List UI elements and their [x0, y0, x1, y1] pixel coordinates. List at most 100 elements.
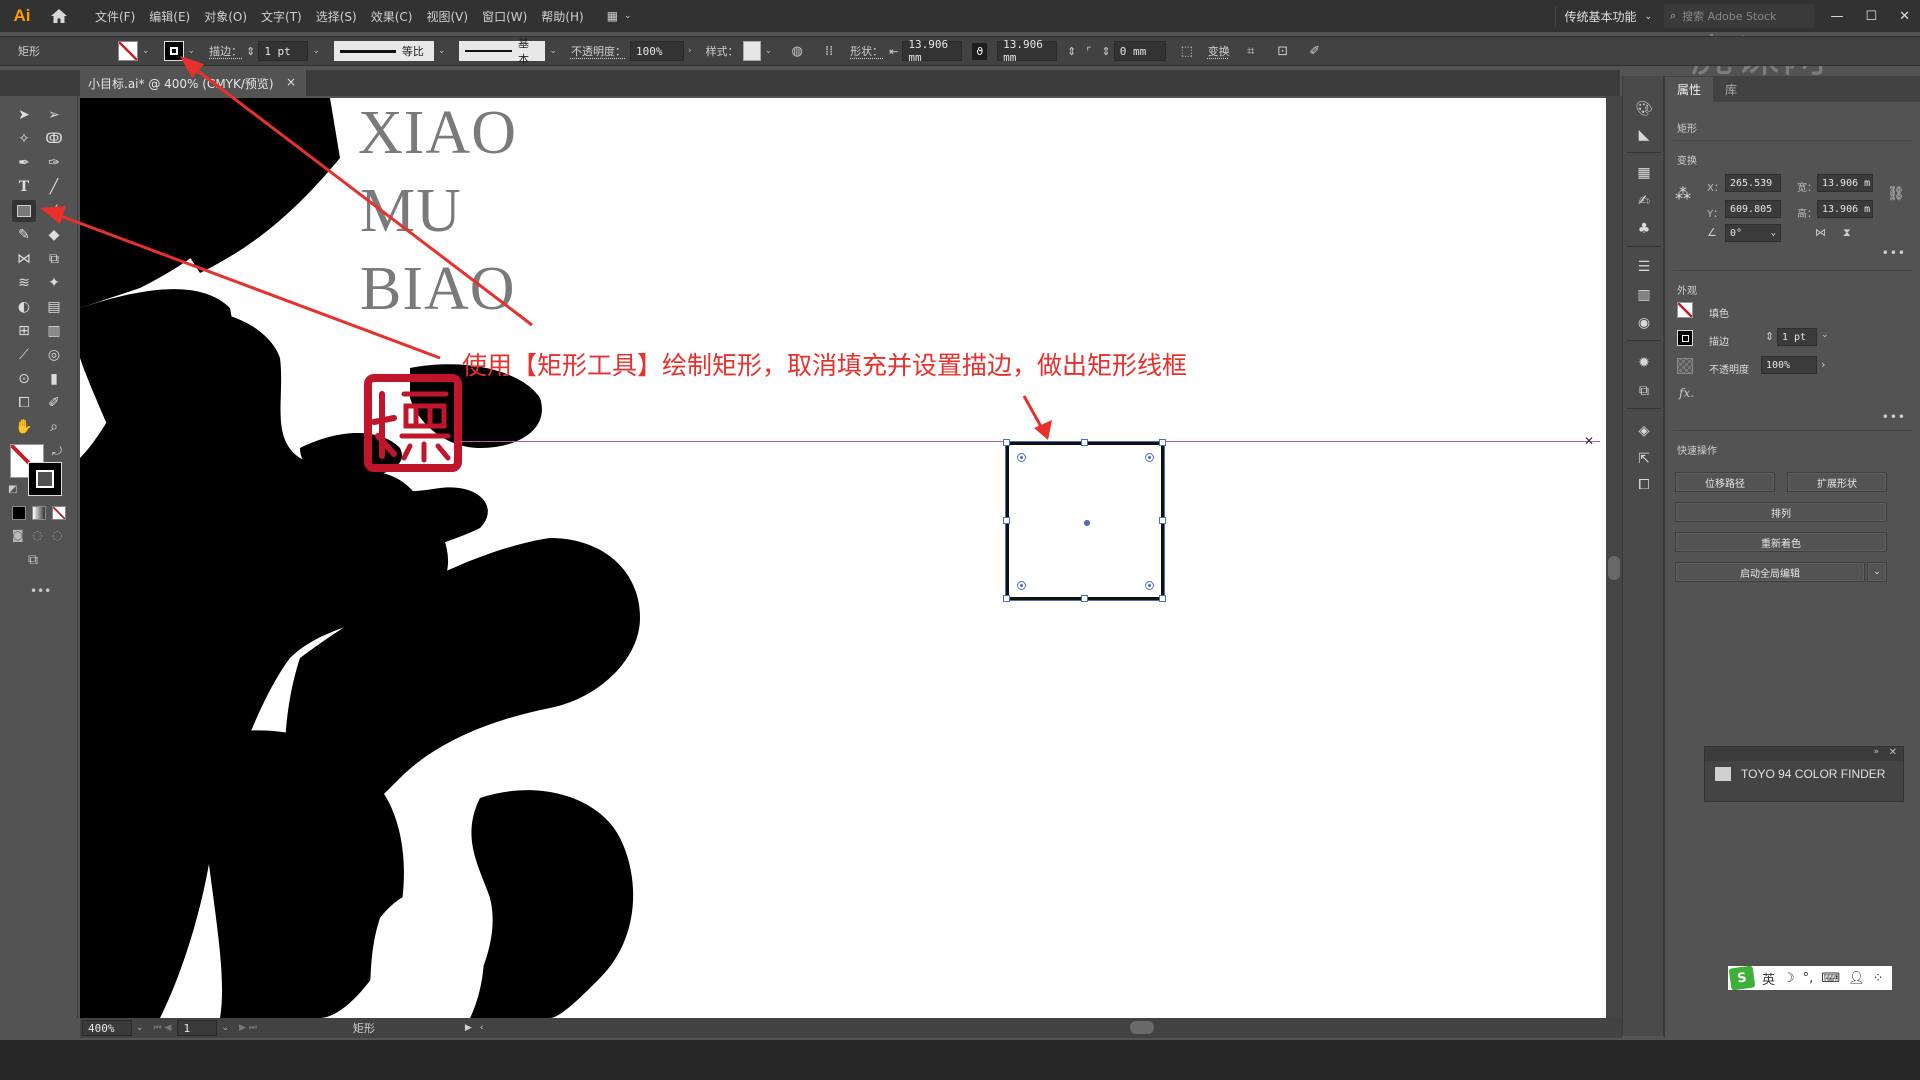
paintbrush-tool-icon[interactable]: ⁄	[42, 200, 66, 222]
puppet-warp-tool-icon[interactable]: ✦	[42, 272, 66, 294]
ime-logo-icon[interactable]: S	[1728, 965, 1756, 991]
rotation-angle-input[interactable]: 0° ⌄	[1725, 224, 1781, 242]
more-transform-options[interactable]: •••	[1882, 246, 1906, 260]
stroke-swatch-control[interactable]: ⌄	[163, 41, 200, 61]
hand-tool-icon[interactable]: ✋	[12, 416, 36, 438]
ime-language-toggle[interactable]: 英	[1762, 969, 1775, 988]
shape-width-input[interactable]: 13.906 mm	[902, 38, 963, 64]
reflect-tool-icon[interactable]: ⋈	[12, 248, 36, 270]
document-tab[interactable]: 小目标.ai* @ 400% (CMYK/预览) ×	[80, 70, 306, 96]
gradient-tool-icon[interactable]: ▥	[42, 320, 66, 342]
next-artboard-icon[interactable]: ▶ ⏭	[239, 1023, 257, 1033]
rectangle-tool-icon[interactable]	[12, 200, 36, 222]
user-icon[interactable]: 👤︎	[1848, 971, 1865, 986]
constrain-proportions-icon[interactable]: ϑ	[972, 42, 988, 60]
draw-behind-icon[interactable]: ◌	[32, 528, 42, 542]
lasso-tool-icon[interactable]: ↂ	[42, 128, 66, 150]
stroke-label[interactable]: 描边	[1709, 333, 1729, 348]
chevron-down-icon[interactable]: ⌄	[438, 46, 446, 56]
appearance-panel-icon[interactable]: ✹	[1633, 352, 1655, 374]
graphic-styles-icon[interactable]: ⧉	[1633, 380, 1655, 402]
chevron-down-icon[interactable]: ⌄	[188, 46, 196, 56]
first-artboard-icon[interactable]: ⏮ ◀	[154, 1023, 172, 1033]
corner-radius-input[interactable]: 0 mm	[1113, 41, 1166, 61]
recolor-artwork-icon[interactable]: ◍	[786, 40, 808, 62]
stepper-icon[interactable]: ⇕	[1102, 45, 1111, 58]
stepper-icon[interactable]: ⇕	[1765, 330, 1774, 343]
stepper-icon[interactable]: ⇕	[246, 45, 255, 58]
zoom-level-input[interactable]: 400%	[82, 1020, 132, 1036]
fill-swatch-control[interactable]: ⌄	[118, 41, 154, 61]
stroke-panel-icon[interactable]: ☰	[1633, 256, 1655, 278]
stroke-swatch[interactable]	[163, 41, 184, 61]
close-panel-icon[interactable]: ✕	[1889, 747, 1897, 758]
type-tool-icon[interactable]: T	[12, 176, 36, 198]
height-input[interactable]: 13.906 m	[1817, 200, 1873, 218]
edit-toolbar-icon[interactable]: •••	[30, 584, 51, 598]
tab-properties[interactable]: 属性	[1665, 77, 1714, 102]
close-tab-icon[interactable]: ×	[286, 75, 296, 89]
workspace-switcher[interactable]: 传统基本功能 ⌄	[1555, 6, 1660, 27]
resize-handle-left[interactable]	[1003, 517, 1010, 524]
style-swatch[interactable]	[742, 41, 761, 61]
transform-link[interactable]: 变换	[1208, 43, 1230, 59]
fill-none-swatch[interactable]	[118, 41, 138, 61]
resize-handle-bottom-left[interactable]	[1003, 595, 1010, 602]
blend-tool-icon[interactable]: ◎	[42, 344, 66, 366]
more-appearance-options[interactable]: •••	[1882, 410, 1906, 424]
fx-button[interactable]: fx.	[1679, 386, 1694, 400]
opacity-label[interactable]: 不透明度：	[571, 43, 626, 59]
bounding-box-icon[interactable]: ⬚	[1176, 40, 1198, 62]
vertical-scroll-thumb[interactable]	[1608, 556, 1620, 580]
opacity-field[interactable]: 100% ›	[629, 41, 696, 61]
warp-tool-icon[interactable]: ≋	[12, 272, 36, 294]
resize-handle-bottom[interactable]	[1081, 595, 1088, 602]
opacity-input[interactable]: 100%	[629, 41, 684, 61]
slice-tool-icon[interactable]: ✐	[42, 392, 66, 414]
expand-shape-button[interactable]: 扩展形状	[1787, 472, 1887, 492]
brush-definition[interactable]: 基本 ⌄	[459, 37, 561, 66]
vertical-scrollbar[interactable]	[1606, 96, 1622, 1018]
corner-widget[interactable]	[1017, 581, 1026, 590]
layers-icon[interactable]: ◈	[1633, 420, 1655, 442]
y-position-input[interactable]: 609.805	[1725, 200, 1781, 218]
pencil-tool-icon[interactable]: ✎	[12, 224, 36, 246]
chevron-down-icon[interactable]: ⌄	[1821, 330, 1829, 340]
menu-object[interactable]: 对象(O)	[197, 8, 254, 25]
stroke-weight-input[interactable]: 1 pt	[258, 41, 309, 61]
chevron-down-icon[interactable]: ⌄	[142, 46, 150, 56]
swap-fill-stroke-icon[interactable]: ⤾	[52, 444, 62, 459]
seal-stamp-icon[interactable]	[364, 374, 462, 472]
direct-selection-tool-icon[interactable]: ➢	[42, 104, 66, 126]
corner-type-icon[interactable]: ⌜	[1086, 45, 1091, 58]
artboard-tool-icon[interactable]: ⧠	[12, 392, 36, 414]
chevron-down-icon[interactable]: ⌄	[765, 46, 773, 56]
menu-help[interactable]: 帮助(H)	[534, 8, 590, 25]
chevron-right-icon[interactable]: ›	[1821, 358, 1825, 371]
artboard-number-input[interactable]: 1	[177, 1020, 218, 1036]
shape-builder-tool-icon[interactable]: ◐	[12, 296, 36, 318]
eyedropper-tool-icon[interactable]: ⟋	[12, 344, 36, 366]
home-icon[interactable]	[44, 0, 74, 32]
scroll-left-icon[interactable]: ‹	[480, 1023, 484, 1033]
color-finder-item[interactable]: TOYO 94 COLOR FINDER	[1705, 761, 1903, 787]
resize-handle-right[interactable]	[1159, 517, 1166, 524]
scale-tool-icon[interactable]: ⧉	[42, 248, 66, 270]
transparency-panel-icon[interactable]: ◉	[1633, 312, 1655, 334]
fill-none-swatch[interactable]	[1677, 302, 1693, 318]
graphic-style-picker[interactable]: ⌄	[742, 41, 777, 61]
stroke-swatch-large[interactable]	[28, 462, 62, 496]
expand-panel-icon[interactable]: »	[1873, 747, 1879, 757]
latin-text-line[interactable]: XIAO	[358, 98, 517, 169]
chevron-down-icon[interactable]: ⌄	[1771, 228, 1776, 238]
menu-type[interactable]: 文字(T)	[254, 8, 309, 25]
arrange-documents-button[interactable]: ▦ ⌄	[607, 9, 632, 23]
opacity-label[interactable]: 不透明度	[1709, 361, 1749, 376]
minimize-button[interactable]: —	[1830, 9, 1843, 24]
gradient-panel-icon[interactable]: ▥	[1633, 284, 1655, 306]
chevron-right-icon[interactable]: ›	[688, 46, 692, 56]
align-to-selection-icon[interactable]: ⌗	[1240, 40, 1262, 62]
offset-path-button[interactable]: 位移路径	[1675, 472, 1775, 492]
swatches-icon[interactable]: ▦	[1633, 162, 1655, 184]
x-position-input[interactable]: 265.539	[1725, 174, 1781, 192]
